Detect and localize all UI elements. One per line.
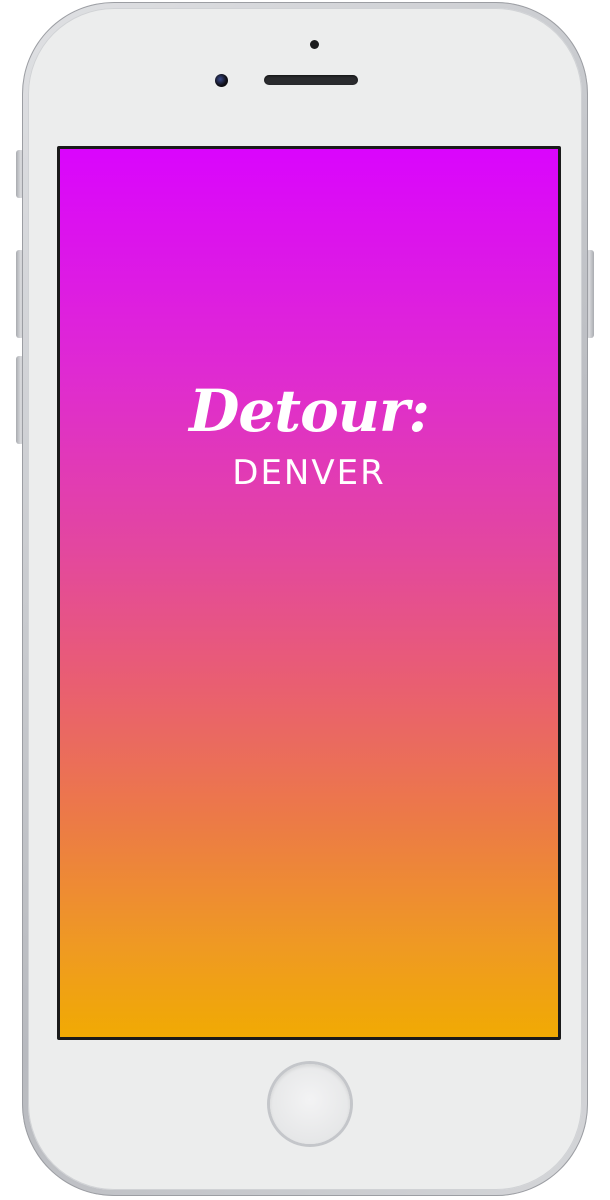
app-logo-block: Detour: DENVER [60, 375, 558, 493]
splash-screen[interactable]: Detour: DENVER [60, 149, 558, 1037]
front-camera-icon [215, 74, 228, 87]
phone-frame: Detour: DENVER [22, 2, 588, 1196]
city-name: DENVER [232, 453, 386, 493]
screen: Detour: DENVER [57, 146, 561, 1040]
phone-face: Detour: DENVER [28, 8, 582, 1190]
speaker-dot-icon [310, 40, 319, 49]
device-mockup: Detour: DENVER [0, 0, 610, 1200]
earpiece-speaker-icon [264, 75, 358, 85]
home-button-icon[interactable] [270, 1064, 350, 1144]
app-logo: Detour: [189, 377, 430, 445]
